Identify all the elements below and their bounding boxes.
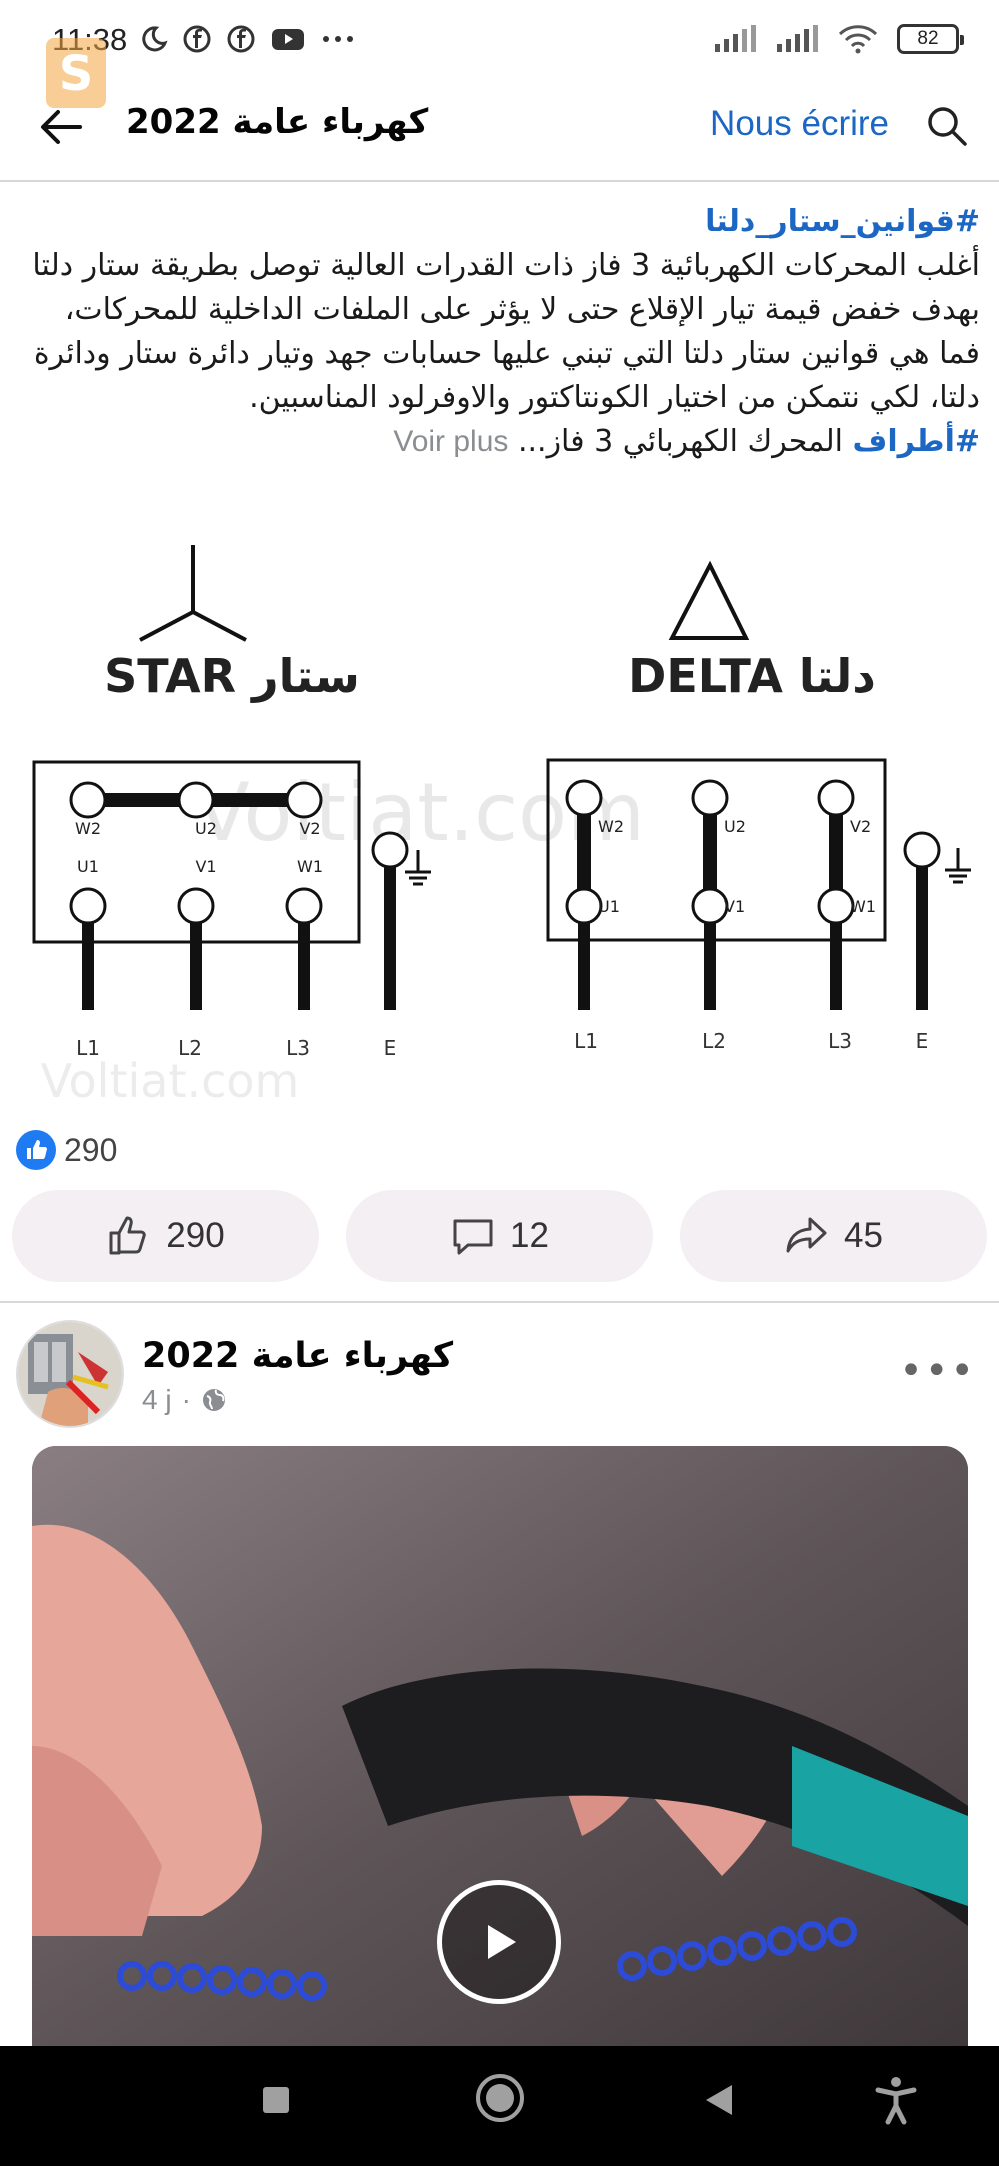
page-name[interactable]: كهرباء عامة 2022	[142, 1336, 453, 1376]
video-player[interactable]	[32, 1446, 968, 2046]
facebook-icon	[227, 25, 255, 53]
battery-indicator: 82	[897, 24, 964, 54]
post-actions: 290 12 45	[12, 1190, 987, 1282]
page-title: كهرباء عامة 2022	[126, 102, 429, 142]
comment-button[interactable]: 12	[346, 1190, 653, 1282]
star-line-label: E	[384, 1036, 397, 1060]
battery-level: 82	[917, 28, 939, 49]
star-line-label: L2	[178, 1036, 202, 1060]
delta-symbol-icon	[668, 560, 750, 640]
facebook-icon	[183, 25, 211, 53]
delta-line-label: L2	[702, 1029, 726, 1053]
avatar[interactable]	[16, 1320, 124, 1428]
delta-terminal-label: V1	[724, 897, 745, 916]
more-options-icon[interactable]: •••	[899, 1348, 976, 1394]
status-bar: 11:38 82	[0, 0, 999, 88]
post-header: كهرباء عامة 2022 4 j · •••	[16, 1320, 986, 1430]
star-terminal-label: V2	[299, 819, 320, 838]
youtube-icon	[272, 29, 304, 50]
comment-icon	[453, 1219, 493, 1255]
reaction-summary[interactable]: 290	[16, 1130, 117, 1170]
post-tag-line-text: المحرك الكهربائي 3 فاز...	[508, 424, 853, 459]
delta-terminal-label: U1	[598, 897, 620, 916]
post-text: #قوانين_ستار_دلتا أغلب المحركات الكهربائ…	[30, 200, 980, 464]
like-count: 290	[166, 1216, 225, 1255]
play-button[interactable]	[437, 1880, 561, 2004]
like-reaction-icon	[16, 1130, 56, 1170]
home-circle-icon[interactable]	[474, 2072, 526, 2124]
meta-separator: ·	[181, 1384, 191, 1415]
share-count: 45	[844, 1216, 883, 1255]
star-symbol-icon	[139, 545, 247, 642]
delta-line-label: L3	[828, 1029, 852, 1053]
post-meta: 4 j ·	[142, 1384, 227, 1416]
like-button[interactable]: 290	[12, 1190, 319, 1282]
star-line-label: L1	[76, 1036, 100, 1060]
wifi-icon	[838, 25, 878, 54]
delta-terminal-label: V2	[850, 817, 871, 836]
star-terminal-label: U1	[77, 857, 99, 876]
svg-text:S: S	[59, 46, 94, 102]
share-button[interactable]: 45	[680, 1190, 987, 1282]
signal-icon	[715, 25, 756, 52]
star-terminal-label: W2	[75, 819, 101, 838]
delta-line-label: E	[916, 1029, 929, 1053]
hashtag-link[interactable]: #قوانين_ستار_دلتا	[30, 200, 980, 244]
system-icons: 82	[713, 24, 964, 54]
star-line-label: L3	[286, 1036, 310, 1060]
share-icon	[786, 1217, 827, 1253]
delta-line-label: L1	[574, 1029, 598, 1053]
send-message-link[interactable]: Nous écrire	[710, 104, 889, 144]
delta-terminal-label: W1	[850, 897, 876, 916]
globe-icon	[202, 1389, 225, 1411]
thumbs-up-icon	[109, 1216, 147, 1255]
diagram-watermark: Voltiat.com	[41, 1054, 300, 1108]
system-nav-bar	[0, 2046, 999, 2166]
hashtag-link[interactable]: #أطراف	[853, 424, 980, 459]
delta-terminal-label: U2	[724, 817, 746, 836]
post-time[interactable]: 4 j	[142, 1384, 172, 1416]
search-icon[interactable]	[925, 104, 969, 148]
star-terminal-label: V1	[195, 857, 216, 876]
delta-terminal-label: W2	[598, 817, 624, 836]
page-header: S كهرباء عامة 2022 Nous écrire	[0, 38, 999, 182]
post-body: أغلب المحركات الكهربائية 3 فاز ذات القدر…	[32, 248, 980, 415]
star-terminal-label: W1	[297, 857, 323, 876]
delta-label: DELTA دلتا	[628, 649, 876, 703]
back-arrow-icon[interactable]	[36, 102, 86, 152]
post-divider	[0, 1301, 999, 1303]
notification-icons	[138, 24, 356, 54]
more-notifications-icon	[323, 36, 353, 42]
accessibility-icon[interactable]	[870, 2074, 922, 2126]
star-label: STAR ستار	[104, 649, 360, 703]
star-terminal-label: U2	[195, 819, 217, 838]
reaction-count: 290	[64, 1131, 118, 1168]
back-triangle-icon[interactable]	[700, 2080, 740, 2120]
recents-square-icon[interactable]	[256, 2080, 296, 2120]
post-tag-line: #أطراف المحرك الكهربائي 3 فاز... Voir pl…	[30, 420, 980, 464]
comment-count: 12	[510, 1216, 549, 1255]
signal-icon	[777, 25, 818, 52]
see-more-link[interactable]: Voir plus	[393, 425, 508, 458]
moon-icon	[142, 26, 168, 52]
star-delta-diagram[interactable]: STAR ستار DELTA دلتا Voltiat.com Voltiat…	[0, 520, 999, 1120]
play-icon	[488, 1925, 516, 1959]
